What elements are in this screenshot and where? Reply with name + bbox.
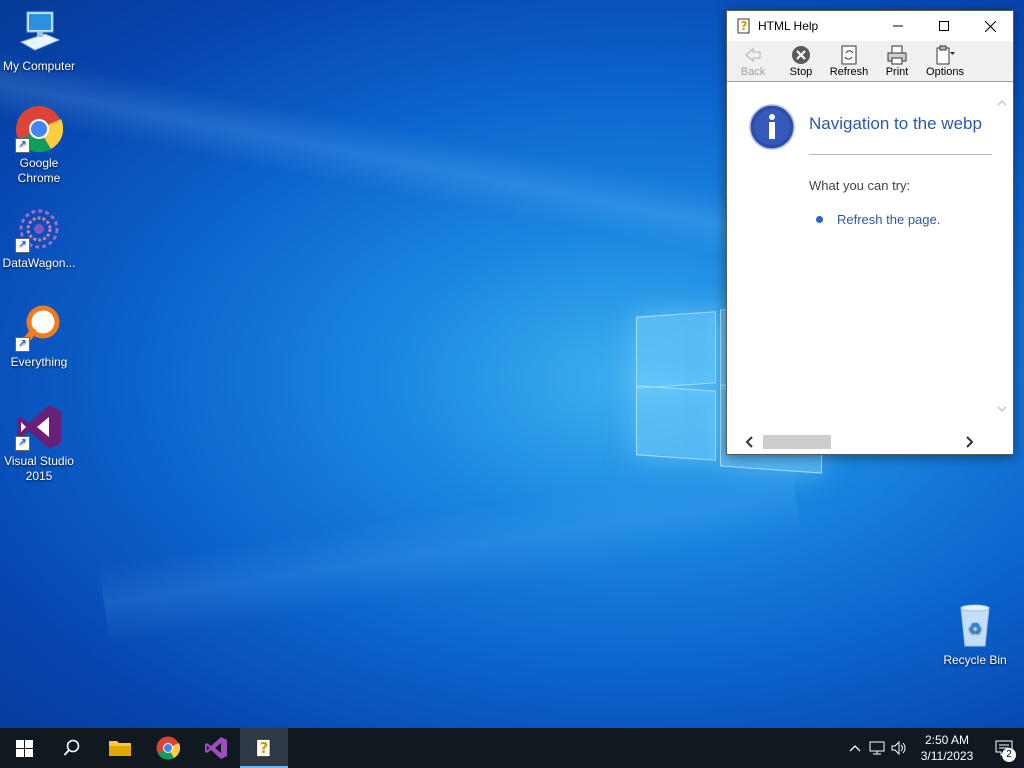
chrome-icon	[156, 736, 180, 760]
speaker-icon	[891, 741, 906, 755]
shortcut-arrow-icon: ↗	[15, 436, 30, 451]
stop-label: Stop	[789, 66, 813, 78]
error-heading: Navigation to the webp	[809, 114, 982, 133]
taskbar-chrome[interactable]	[144, 728, 192, 768]
maximize-icon	[939, 21, 949, 31]
options-button[interactable]: Options	[921, 41, 969, 81]
help-file-icon: ?	[255, 738, 271, 758]
chevron-up-icon	[849, 745, 861, 752]
svg-text:?: ?	[741, 19, 748, 33]
desktop-icon-google-chrome[interactable]: ↗ Google Chrome	[0, 105, 79, 186]
desktop-icon-label: My Computer	[2, 59, 76, 73]
chrome-icon: ↗	[15, 105, 64, 153]
desktop-icon-label: Recycle Bin	[943, 653, 1007, 667]
desktop-background: My Computer ↗ Google Chrome ↗ DataWagon.	[0, 0, 1024, 728]
refresh-icon	[841, 45, 857, 65]
visual-studio-icon	[205, 737, 227, 759]
toolbar: Back Stop Refresh Print Options	[727, 41, 1013, 82]
desktop-icon-label: Visual Studio 2015	[4, 454, 74, 483]
clock-date: 3/11/2023	[920, 749, 974, 763]
close-button[interactable]	[967, 11, 1013, 41]
vertical-scrollbar[interactable]	[993, 82, 1011, 432]
title-bar[interactable]: ? HTML Help	[727, 11, 1013, 41]
scroll-right-icon[interactable]	[963, 432, 977, 452]
back-label: Back	[740, 66, 766, 78]
network-button[interactable]	[866, 741, 888, 755]
stop-button[interactable]: Stop	[777, 41, 825, 81]
folder-icon	[109, 741, 131, 756]
back-button[interactable]: Back	[729, 41, 777, 81]
desktop-icon-visual-studio-2015[interactable]: ↗ Visual Studio 2015	[0, 403, 79, 484]
desktop-icon-datawagon[interactable]: ↗ DataWagon...	[0, 205, 79, 271]
clock[interactable]: 2:50 AM 3/11/2023	[910, 732, 984, 764]
taskbar-html-help[interactable]: ?	[240, 728, 288, 768]
close-icon	[984, 20, 996, 32]
window-title: HTML Help	[758, 19, 819, 33]
what-you-can-try-label: What you can try:	[809, 178, 911, 193]
volume-button[interactable]	[888, 741, 910, 755]
magnifier-icon: ↗	[15, 304, 63, 352]
action-center-button[interactable]: 2	[984, 728, 1024, 768]
print-label: Print	[885, 66, 909, 78]
search-icon	[63, 739, 80, 756]
svg-text:?: ?	[260, 739, 269, 757]
taskbar: ? 2:50 AM 3/11/2023 2	[0, 728, 1024, 768]
windows-start-icon	[15, 739, 33, 757]
network-icon	[869, 741, 885, 755]
html-help-window: ? HTML Help Back Stop Refresh Print Opti…	[726, 10, 1014, 455]
refresh-label: Refresh	[829, 66, 869, 78]
info-icon	[749, 104, 795, 150]
desktop-icon-label: Google Chrome	[17, 156, 61, 185]
back-arrow-icon	[745, 47, 761, 63]
taskbar-visual-studio[interactable]	[192, 728, 240, 768]
svg-text:♻: ♻	[968, 619, 982, 638]
start-button[interactable]	[0, 728, 48, 768]
bullet-icon	[816, 216, 823, 223]
options-icon	[936, 45, 955, 65]
search-button[interactable]	[48, 728, 96, 768]
system-tray: 2:50 AM 3/11/2023 2	[844, 728, 1024, 768]
options-label: Options	[926, 66, 964, 78]
printer-icon	[887, 45, 907, 65]
desktop-icon-label: DataWagon...	[2, 256, 76, 270]
help-content-pane: Navigation to the webp What you can try:…	[727, 82, 1011, 452]
desktop-icon-recycle-bin[interactable]: ♻ Recycle Bin	[935, 602, 1015, 668]
visual-studio-icon: ↗	[15, 403, 63, 451]
desktop-icon-label: Everything	[10, 355, 68, 369]
scroll-up-icon[interactable]	[993, 96, 1011, 110]
recycle-bin-icon: ♻	[951, 602, 999, 650]
maximize-button[interactable]	[921, 11, 967, 41]
notification-badge: 2	[1002, 748, 1016, 762]
stop-icon	[792, 46, 810, 64]
shortcut-arrow-icon: ↗	[15, 238, 30, 253]
desktop-icon-everything[interactable]: ↗ Everything	[0, 304, 79, 370]
divider	[809, 154, 992, 155]
shortcut-arrow-icon: ↗	[15, 337, 30, 352]
shortcut-arrow-icon: ↗	[15, 138, 30, 153]
desktop-icon-my-computer[interactable]: My Computer	[0, 8, 79, 74]
minimize-icon	[893, 25, 903, 27]
taskbar-file-explorer[interactable]	[96, 728, 144, 768]
scroll-down-icon[interactable]	[993, 402, 1011, 416]
print-button[interactable]: Print	[873, 41, 921, 81]
minimize-button[interactable]	[875, 11, 921, 41]
refresh-button[interactable]: Refresh	[825, 41, 873, 81]
computer-icon	[15, 8, 63, 56]
horizontal-scroll-thumb[interactable]	[763, 435, 831, 449]
scroll-left-icon[interactable]	[743, 432, 757, 452]
help-file-icon: ?	[736, 18, 752, 34]
horizontal-scrollbar[interactable]	[727, 432, 1011, 452]
refresh-page-link[interactable]: Refresh the page.	[837, 212, 940, 227]
datawagon-icon: ↗	[15, 205, 63, 253]
clock-time: 2:50 AM	[924, 733, 970, 747]
show-hidden-icons-button[interactable]	[844, 744, 866, 752]
